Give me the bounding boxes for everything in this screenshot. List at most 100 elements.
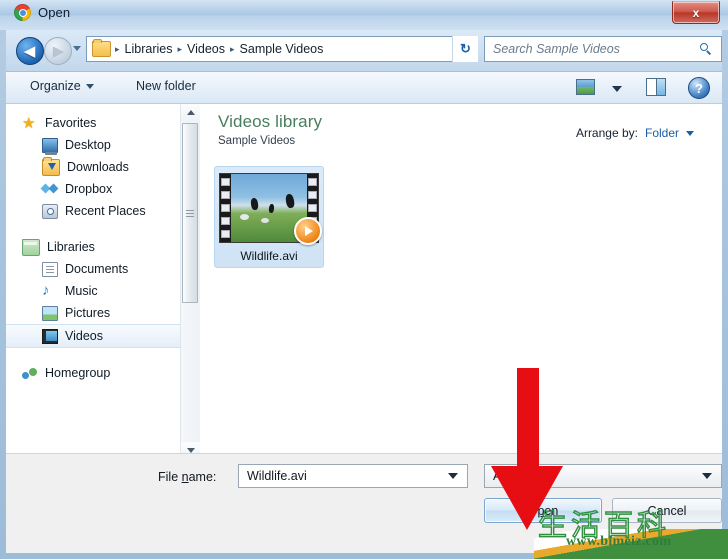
scrollbar-grip <box>186 215 194 217</box>
chevron-down-icon[interactable] <box>702 473 712 479</box>
sidebar-item-documents[interactable]: Documents <box>6 258 180 280</box>
libraries-icon <box>22 238 40 256</box>
play-badge-icon <box>294 217 322 245</box>
chevron-down-icon[interactable] <box>612 86 622 92</box>
sidebar-item-label: Documents <box>65 262 129 276</box>
file-name-field-label: File name: <box>158 470 216 484</box>
sidebar-group-label: Homegroup <box>45 366 111 380</box>
file-grid: Wildlife.avi <box>214 166 324 268</box>
back-button[interactable]: ◀ <box>16 37 44 65</box>
file-list-pane[interactable]: Videos library Sample Videos Arrange by:… <box>200 104 722 459</box>
navigation-pane-scrollbar[interactable] <box>181 104 200 459</box>
scroll-up-arrow-icon[interactable] <box>181 104 200 121</box>
sidebar-item-label: Dropbox <box>65 182 113 196</box>
sidebar-item-label: Pictures <box>65 306 111 320</box>
address-bar[interactable]: ▸ Libraries ▸ Videos ▸ Sample Videos <box>86 36 470 62</box>
breadcrumb-item-libraries[interactable]: Libraries <box>121 40 177 58</box>
search-box[interactable]: Search Sample Videos <box>484 36 722 62</box>
star-icon: ★ <box>22 114 36 132</box>
arrange-by-value[interactable]: Folder <box>645 126 679 140</box>
homegroup-icon <box>22 366 38 381</box>
video-thumbnail <box>219 173 322 245</box>
sidebar-group-favorites[interactable]: ★ Favorites <box>6 112 180 134</box>
sidebar-group-homegroup[interactable]: Homegroup <box>6 362 180 384</box>
breadcrumb-item-videos[interactable]: Videos <box>183 40 229 58</box>
organize-label: Organize <box>30 79 81 93</box>
preview-pane-left <box>647 79 657 95</box>
search-icon <box>700 42 713 56</box>
videos-icon <box>42 328 58 344</box>
open-file-dialog: Open x ◀ ▶ ▸ Libraries ▸ Videos ▸ Sample… <box>0 0 728 559</box>
help-icon[interactable]: ? <box>688 77 710 99</box>
refresh-icon: ↻ <box>460 41 471 56</box>
file-name-value[interactable]: Wildlife.avi <box>247 469 448 483</box>
file-name-label: Wildlife.avi <box>240 249 298 263</box>
arrange-by-control[interactable]: Arrange by: Folder <box>576 126 694 140</box>
downloads-folder-icon <box>42 156 60 176</box>
chrome-icon <box>14 4 31 21</box>
close-button[interactable]: x <box>672 1 720 24</box>
close-icon: x <box>692 5 700 20</box>
sidebar-item-label: Recent Places <box>65 204 146 218</box>
breadcrumb-item-sample-videos[interactable]: Sample Videos <box>236 40 328 58</box>
new-folder-label: New folder <box>136 79 196 93</box>
scrollbar-grip <box>186 212 194 214</box>
preview-pane-right <box>656 79 665 95</box>
sidebar-item-music[interactable]: ♪ Music <box>6 280 180 302</box>
organize-button[interactable]: Organize <box>30 79 94 93</box>
help-label: ? <box>695 80 703 96</box>
sidebar-item-recent-places[interactable]: Recent Places <box>6 200 180 222</box>
sidebar-item-label: Desktop <box>65 138 111 152</box>
documents-icon <box>42 261 58 277</box>
chevron-down-icon[interactable] <box>448 473 458 479</box>
search-input[interactable]: Search Sample Videos <box>493 42 700 56</box>
folder-icon <box>92 39 111 57</box>
sidebar-group-label: Favorites <box>45 116 97 130</box>
window-frame: Open x ◀ ▶ ▸ Libraries ▸ Videos ▸ Sample… <box>0 0 728 559</box>
title-bar: Open x <box>0 0 728 30</box>
preview-pane-icon[interactable] <box>646 78 666 96</box>
chevron-down-icon <box>85 83 94 89</box>
sidebar-item-pictures[interactable]: Pictures <box>6 302 180 324</box>
recent-locations-dropdown-icon[interactable] <box>73 46 81 51</box>
dialog-body: ★ Favorites Desktop Downloads Dropbox Re… <box>6 104 722 459</box>
back-arrow-icon: ◀ <box>23 42 36 60</box>
new-folder-button[interactable]: New folder <box>136 79 196 93</box>
scrollbar-thumb[interactable] <box>182 123 198 303</box>
dropbox-icon <box>42 182 58 197</box>
sidebar-item-label: Music <box>65 284 98 298</box>
library-header: Videos library Sample Videos Arrange by:… <box>200 104 722 164</box>
sidebar-group-libraries[interactable]: Libraries <box>6 236 180 258</box>
sidebar-item-downloads[interactable]: Downloads <box>6 156 180 178</box>
title-bar-left: Open <box>14 4 70 21</box>
file-name-input[interactable]: Wildlife.avi <box>238 464 468 488</box>
forward-button[interactable]: ▶ <box>44 37 72 65</box>
sidebar-group-label: Libraries <box>47 240 95 254</box>
watermark-url: www.bimeiz.com <box>566 534 672 549</box>
pictures-icon <box>42 305 58 321</box>
film-strip-left <box>220 174 231 242</box>
window-title: Open <box>38 5 71 20</box>
forward-arrow-icon: ▶ <box>52 42 65 60</box>
sidebar-item-label: Downloads <box>67 160 129 174</box>
navigation-pane: ★ Favorites Desktop Downloads Dropbox Re… <box>6 104 180 459</box>
breadcrumb: ▸ Libraries ▸ Videos ▸ Sample Videos <box>114 40 453 58</box>
navigation-bar: ◀ ▶ ▸ Libraries ▸ Videos ▸ Sample Videos <box>6 30 722 72</box>
recent-places-icon <box>42 203 58 219</box>
file-item-wildlife[interactable]: Wildlife.avi <box>214 166 324 268</box>
command-toolbar: Organize New folder ? <box>6 72 722 104</box>
refresh-button[interactable]: ↻ <box>452 36 478 62</box>
file-name-label-pre: File <box>158 470 182 484</box>
change-view-icon[interactable] <box>576 79 595 95</box>
file-name-label-post: ame: <box>188 470 217 484</box>
arrow-shaft <box>517 368 539 472</box>
file-name-label-key: n <box>181 470 189 484</box>
navigation-tree: ★ Favorites Desktop Downloads Dropbox Re… <box>6 104 180 384</box>
watermark: 生活百科 www.bimeiz.com <box>534 504 728 559</box>
sidebar-item-dropbox[interactable]: Dropbox <box>6 178 180 200</box>
sidebar-item-desktop[interactable]: Desktop <box>6 134 180 156</box>
sidebar-item-videos[interactable]: Videos <box>6 324 180 348</box>
sidebar-item-label: Videos <box>65 329 103 343</box>
